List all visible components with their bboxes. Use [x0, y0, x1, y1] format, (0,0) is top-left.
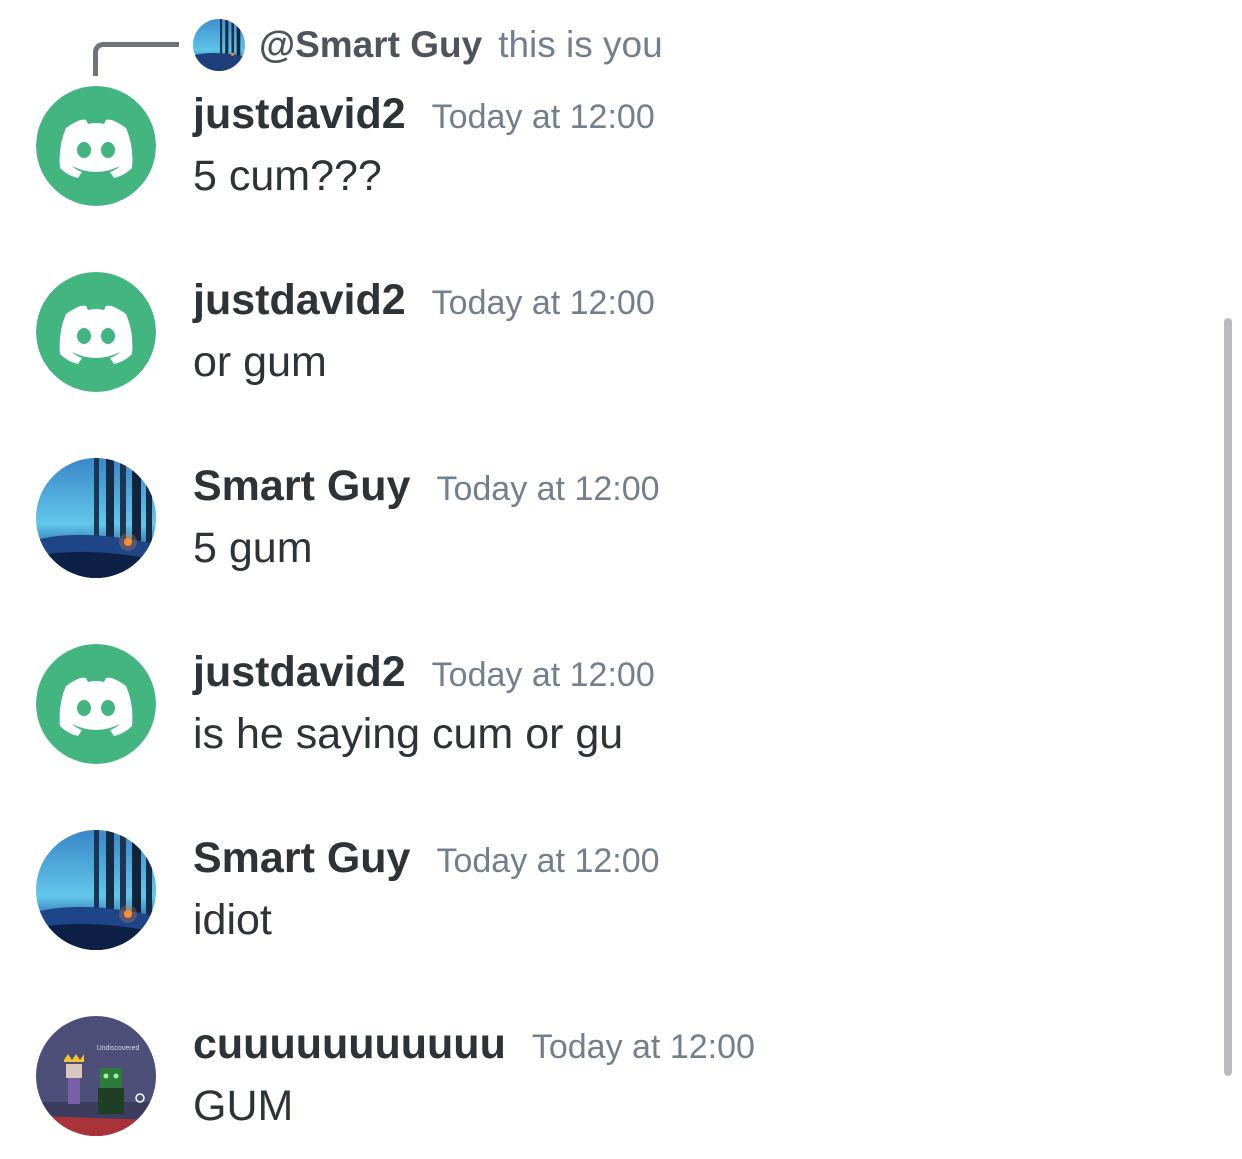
- timestamp: Today at 12:00: [431, 98, 655, 136]
- discord-logo-icon: [36, 644, 156, 764]
- timestamp: Today at 12:00: [436, 842, 660, 880]
- chat-message[interactable]: justdavid2 Today at 12:00 5 cum???: [0, 86, 1200, 226]
- username[interactable]: justdavid2: [193, 90, 406, 139]
- message-content: idiot: [193, 896, 272, 944]
- forest-campfire-avatar-icon: [36, 830, 156, 950]
- message-content: 5 cum???: [193, 152, 382, 200]
- avatar[interactable]: [36, 272, 156, 392]
- forest-campfire-avatar-icon: [193, 19, 245, 71]
- avatar[interactable]: Undiscovered: [36, 1016, 156, 1136]
- timestamp: Today at 12:00: [431, 284, 655, 322]
- username[interactable]: cuuuuuuuuuuu: [193, 1020, 506, 1069]
- timestamp: Today at 12:00: [436, 470, 660, 508]
- message-content: GUM: [193, 1082, 294, 1130]
- chat-message[interactable]: justdavid2 Today at 12:00 or gum: [0, 272, 1200, 412]
- avatar[interactable]: [36, 644, 156, 764]
- discord-logo-icon: [36, 86, 156, 206]
- message-content: is he saying cum or gu: [193, 710, 624, 758]
- reply-avatar: [193, 19, 245, 71]
- message-content: 5 gum: [193, 524, 313, 572]
- chat-message[interactable]: Undiscovered cuuuuuuuuuuu Today at 12:00…: [0, 1016, 1200, 1156]
- reply-connector-line: [93, 42, 179, 76]
- reply-mention[interactable]: @Smart Guy: [259, 24, 482, 66]
- chat-message[interactable]: Smart Guy Today at 12:00 idiot: [0, 830, 1200, 970]
- discord-logo-icon: [36, 272, 156, 392]
- forest-campfire-avatar-icon: [36, 458, 156, 578]
- timestamp: Today at 12:00: [531, 1028, 755, 1066]
- timestamp: Today at 12:00: [431, 656, 655, 694]
- reply-note: this is you: [498, 24, 663, 65]
- scrollbar[interactable]: [1224, 318, 1232, 1076]
- avatar[interactable]: [36, 458, 156, 578]
- avatar-caption: Undiscovered: [97, 1045, 140, 1052]
- avatar[interactable]: [36, 86, 156, 206]
- message-content: or gum: [193, 338, 327, 386]
- username[interactable]: Smart Guy: [193, 834, 410, 883]
- username[interactable]: justdavid2: [193, 276, 406, 325]
- username[interactable]: Smart Guy: [193, 462, 410, 511]
- chat-message[interactable]: Smart Guy Today at 12:00 5 gum: [0, 458, 1200, 598]
- avatar[interactable]: [36, 830, 156, 950]
- username[interactable]: justdavid2: [193, 648, 406, 697]
- game-characters-avatar-icon: Undiscovered: [36, 1016, 156, 1136]
- chat-message[interactable]: justdavid2 Today at 12:00 is he saying c…: [0, 644, 1200, 784]
- reply-reference[interactable]: @Smart Guy this is you: [193, 18, 663, 72]
